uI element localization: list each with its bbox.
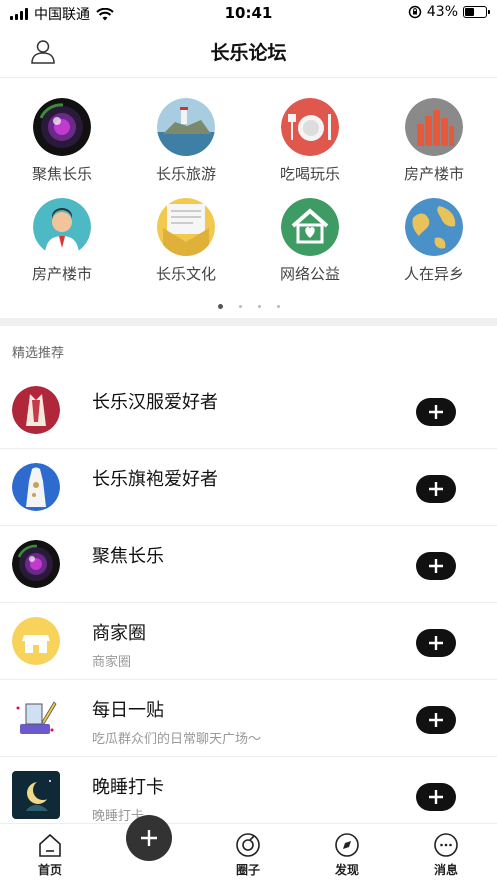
- category-label: 人在异乡: [403, 265, 464, 283]
- add-button[interactable]: [416, 475, 456, 503]
- category-label: 房产楼市: [31, 265, 92, 283]
- battery-percent: 43%: [426, 4, 458, 20]
- list-item[interactable]: 聚焦长乐: [0, 526, 497, 603]
- page-dot[interactable]: [238, 305, 242, 308]
- island-icon: [157, 98, 215, 156]
- list-item[interactable]: 每日一贴 吃瓜群众们的日常聊天广场～: [0, 680, 497, 757]
- category-item[interactable]: 网络公益: [248, 198, 372, 284]
- dining-icon: [281, 98, 339, 156]
- category-item[interactable]: 长乐文化: [124, 198, 248, 284]
- circle-icon: [236, 833, 260, 857]
- discover-icon: [335, 833, 359, 857]
- plus-icon: [141, 830, 157, 846]
- tab-label: 圈子: [235, 863, 260, 877]
- status-right: 43%: [408, 4, 490, 20]
- camera-lens-avatar: [12, 540, 60, 588]
- list-item[interactable]: 商家圈 商家圈: [0, 603, 497, 680]
- tab-messages[interactable]: 消息: [406, 832, 486, 878]
- add-button[interactable]: [416, 398, 456, 426]
- category-label: 长乐旅游: [155, 165, 216, 183]
- status-bar: 中国联通 10:41 43%: [0, 0, 497, 26]
- list-item-title: 长乐旗袍爱好者: [92, 469, 218, 490]
- globe-icon: [405, 198, 463, 256]
- tab-circle[interactable]: 圈子: [208, 832, 288, 878]
- plus-icon: [429, 405, 443, 419]
- category-item[interactable]: 房产楼市: [372, 98, 496, 184]
- moon-avatar: [12, 771, 60, 819]
- category-label: 吃喝玩乐: [279, 165, 340, 183]
- category-label: 长乐文化: [155, 265, 216, 283]
- hanfu-avatar: [12, 386, 60, 434]
- battery-icon: [463, 6, 490, 18]
- add-button[interactable]: [416, 629, 456, 657]
- list-item-title: 晚睡打卡: [92, 777, 164, 798]
- plus-icon: [429, 559, 443, 573]
- document-icon: [157, 198, 215, 256]
- category-item[interactable]: 长乐旅游: [124, 98, 248, 184]
- daily-post-avatar: [12, 694, 60, 742]
- category-item[interactable]: 吃喝玩乐: [248, 98, 372, 184]
- tab-label: 消息: [433, 863, 458, 877]
- tab-label: 发现: [334, 863, 359, 877]
- rotation-lock-icon: [408, 5, 422, 19]
- nav-bar: 长乐论坛: [0, 26, 497, 78]
- message-icon: [434, 833, 458, 857]
- agent-icon: [33, 198, 91, 256]
- plus-icon: [429, 482, 443, 496]
- create-post-button[interactable]: [126, 815, 172, 861]
- list-item-title: 每日一贴: [92, 700, 164, 721]
- list-item[interactable]: 长乐旗袍爱好者: [0, 449, 497, 526]
- category-label: 房产楼市: [403, 165, 464, 183]
- shop-avatar: [12, 617, 60, 665]
- plus-icon: [429, 713, 443, 727]
- page-dot[interactable]: [276, 305, 280, 308]
- add-button[interactable]: [416, 706, 456, 734]
- category-label: 网络公益: [279, 265, 340, 283]
- list-item-title: 聚焦长乐: [92, 546, 164, 567]
- camera-lens-icon: [33, 98, 91, 156]
- house-heart-icon: [281, 198, 339, 256]
- page-indicator: [0, 296, 497, 315]
- tab-label: 首页: [37, 863, 62, 877]
- list-item-title: 长乐汉服爱好者: [92, 392, 218, 413]
- page-dot[interactable]: [257, 305, 261, 308]
- plus-icon: [429, 636, 443, 650]
- plus-icon: [429, 790, 443, 804]
- tab-discover[interactable]: 发现: [307, 832, 387, 878]
- tab-bar: 首页 圈子 发现 消息: [0, 823, 497, 883]
- tab-home[interactable]: 首页: [10, 832, 90, 878]
- section-title: 精选推荐: [12, 346, 65, 361]
- add-button[interactable]: [416, 783, 456, 811]
- page-dot[interactable]: [217, 304, 223, 309]
- category-item[interactable]: 聚焦长乐: [0, 98, 124, 184]
- list-item-subtitle: 吃瓜群众们的日常聊天广场～: [92, 732, 262, 747]
- list-item-subtitle: 商家圈: [92, 655, 132, 670]
- buildings-icon: [405, 98, 463, 156]
- list-item-title: 商家圈: [92, 623, 146, 644]
- qipao-avatar: [12, 463, 60, 511]
- page-title: 长乐论坛: [210, 42, 287, 64]
- add-button[interactable]: [416, 552, 456, 580]
- list-item[interactable]: 长乐汉服爱好者: [0, 372, 497, 449]
- home-icon: [39, 833, 61, 857]
- section-divider: [0, 318, 497, 326]
- category-label: 聚焦长乐: [31, 165, 92, 183]
- category-item[interactable]: 房产楼市: [0, 198, 124, 284]
- category-item[interactable]: 人在异乡: [372, 198, 496, 284]
